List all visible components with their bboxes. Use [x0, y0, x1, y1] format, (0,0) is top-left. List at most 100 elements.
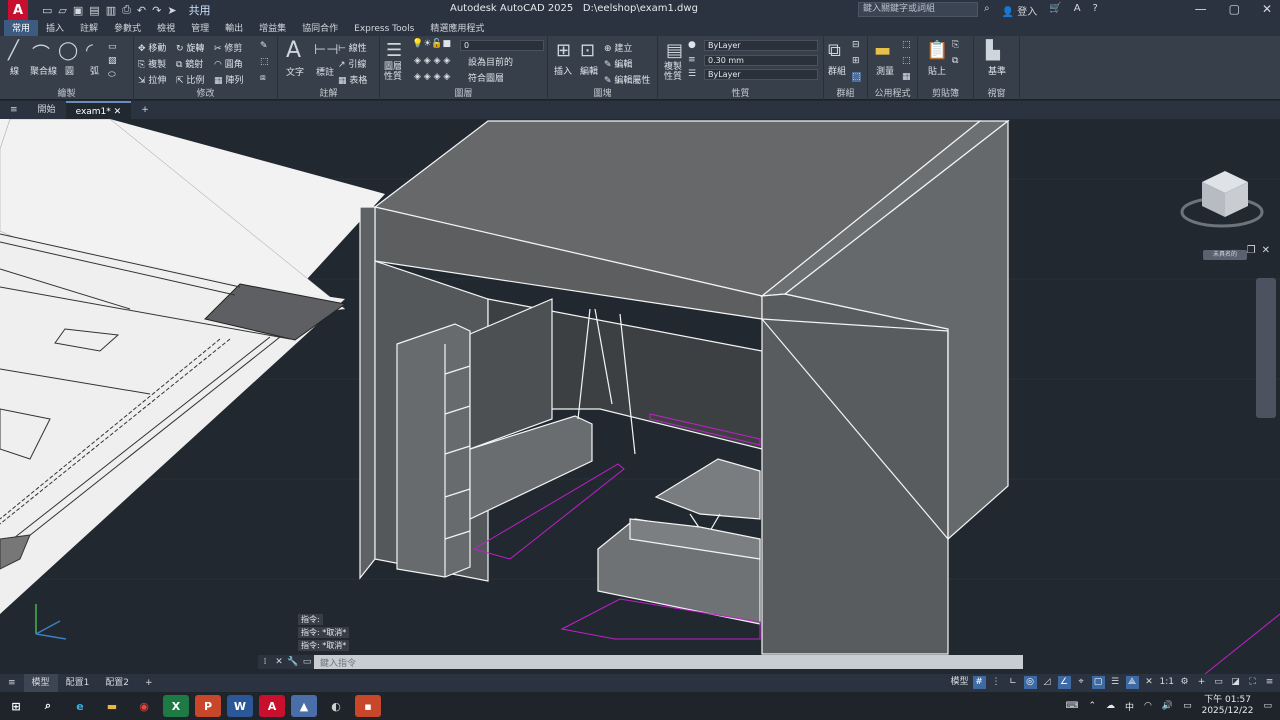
isolate-icon[interactable]: ◪	[1229, 676, 1242, 689]
layer-properties-button[interactable]: 圖層性質	[384, 62, 410, 82]
color-dropdown[interactable]: ByLayer	[704, 40, 818, 51]
search-input[interactable]: 鍵入關鍵字或詞組	[858, 2, 978, 17]
start-icon[interactable]: ⊞	[3, 695, 29, 717]
vp-restore-icon[interactable]: ❐	[1247, 245, 1256, 256]
auto-scale-icon[interactable]: ✕	[1143, 676, 1156, 689]
trim-button[interactable]: ✂ 修剪	[214, 41, 242, 54]
signin-button[interactable]: 👤 登入	[1002, 3, 1038, 18]
layer-dropdown[interactable]: 0	[460, 40, 544, 51]
ribbon-tab[interactable]: Express Tools	[346, 23, 422, 36]
view-panel-label[interactable]: 視窗	[974, 86, 1019, 99]
vp-close-icon[interactable]: ✕	[1262, 245, 1270, 256]
ribbon-tab[interactable]: 增益集	[251, 20, 294, 36]
units-icon[interactable]: ▭	[1212, 676, 1225, 689]
notification-icon[interactable]: ▭	[1263, 701, 1272, 711]
lineweight-dropdown[interactable]: 0.30 mm	[704, 55, 818, 66]
photos-icon[interactable]: ▲	[291, 695, 317, 717]
annotation-visibility-icon[interactable]: ⟁	[1125, 676, 1139, 689]
text-button[interactable]: 文字	[286, 65, 304, 78]
object-snap-tracking-icon[interactable]: ∠	[1057, 676, 1071, 689]
tray-expand-icon[interactable]: ⌃	[1088, 701, 1096, 711]
modify-panel-label[interactable]: 修改	[134, 86, 277, 99]
chrome-icon[interactable]: ◉	[131, 695, 157, 717]
mirror-button[interactable]: ⧉ 鏡射	[176, 57, 203, 70]
base-button[interactable]: 基準	[988, 64, 1006, 77]
web-icon[interactable]: ▥	[106, 4, 116, 17]
layer-tools-icons[interactable]: ◈ ◈ ◈ ◈	[414, 56, 450, 66]
open-icon[interactable]: ▱	[58, 4, 66, 17]
maximize-icon[interactable]: ▢	[1229, 2, 1240, 16]
ribbon-tab[interactable]: 參數式	[106, 20, 149, 36]
close-tab-icon[interactable]: ✕	[114, 107, 122, 117]
share-icon[interactable]: ➤	[167, 4, 176, 17]
redo-icon[interactable]: ↷	[152, 4, 161, 17]
battery-icon[interactable]: ▭	[1183, 701, 1192, 711]
edit-button[interactable]: ✎ 編輯	[604, 57, 632, 70]
rotate-button[interactable]: ↻ 旋轉	[176, 41, 204, 54]
word-icon[interactable]: W	[227, 695, 253, 717]
save-icon[interactable]: ▣	[73, 4, 83, 17]
ribbon-tab[interactable]: 常用	[4, 20, 39, 36]
new-tab-button[interactable]: +	[131, 101, 159, 119]
ribbon-tab[interactable]: 檢視	[149, 20, 183, 36]
grid-icon[interactable]: #	[972, 676, 986, 689]
layer-tools2-icons[interactable]: ◈ ◈ ◈ ◈	[414, 72, 450, 82]
insert-button[interactable]: 插入	[554, 64, 572, 77]
cmd-customize-icon[interactable]: 🔧	[286, 655, 300, 669]
model-space-label[interactable]: 模型	[951, 676, 969, 689]
lineweight-toggle-icon[interactable]: ☰	[1109, 676, 1122, 689]
leader-button[interactable]: ↗ 引線	[338, 57, 366, 70]
explode-icon[interactable]: ⬚	[260, 57, 269, 67]
block-edit-icon[interactable]: ⊡	[580, 40, 595, 61]
close-icon[interactable]: ✕	[1262, 2, 1272, 16]
offset-icon[interactable]: ⧈	[260, 73, 266, 83]
autodesk-app-icon[interactable]: A	[1074, 3, 1081, 18]
select-icon[interactable]: ⬚	[902, 40, 911, 50]
menu-icon[interactable]: ≡	[0, 101, 28, 119]
file-explorer-icon[interactable]: ▬	[99, 695, 125, 717]
workspace-gear-icon[interactable]: ⚙	[1178, 676, 1191, 689]
ortho-icon[interactable]: ∟	[1007, 676, 1020, 689]
customize-icon[interactable]: ≡	[1263, 676, 1276, 689]
groups-panel-label[interactable]: 群組	[824, 86, 867, 99]
paste-icon[interactable]: 📋	[926, 40, 948, 61]
linear-button[interactable]: ⊢ 線性	[338, 41, 367, 54]
print-icon[interactable]: ⎙	[122, 3, 131, 17]
line-icon[interactable]: ╱	[8, 40, 19, 61]
navigation-bar[interactable]	[1256, 278, 1276, 418]
undo-icon[interactable]: ↶	[137, 4, 146, 17]
ribbon-tab[interactable]: 輸出	[217, 20, 251, 36]
search-task-icon[interactable]: ⌕	[35, 695, 61, 717]
create-button[interactable]: ⊕ 建立	[604, 41, 632, 54]
annotation-panel-label[interactable]: 註解	[278, 86, 379, 99]
excel-icon[interactable]: X	[163, 695, 189, 717]
stretch-button[interactable]: ⇲ 拉伸	[138, 73, 166, 86]
annotation-scale[interactable]: 1:1	[1160, 676, 1174, 689]
block-panel-label[interactable]: 圖塊	[548, 86, 657, 99]
ribbon-tab[interactable]: 精選應用程式	[422, 20, 492, 36]
app-icon-10[interactable]: ◐	[323, 695, 349, 717]
text-icon[interactable]: A	[286, 38, 301, 63]
share-label[interactable]: 共用	[189, 2, 211, 18]
group-icon[interactable]: ⧉	[828, 40, 841, 61]
ribbon-tab[interactable]: 註解	[72, 20, 106, 36]
draw-panel-label[interactable]: 繪製	[0, 86, 133, 99]
minimize-icon[interactable]: —	[1195, 2, 1207, 16]
ribbon-tab[interactable]: 協同合作	[294, 20, 346, 36]
group-edit-icon[interactable]: ⊞	[852, 56, 860, 66]
floor-plan-sheet[interactable]	[0, 119, 385, 614]
edge-icon[interactable]: e	[67, 695, 93, 717]
cmd-recent-icon[interactable]: ▭	[300, 655, 314, 669]
new-icon[interactable]: ▭	[42, 4, 52, 17]
drawing-tab[interactable]: exam1* ✕	[65, 101, 132, 119]
clipboard-panel-label[interactable]: 剪貼簿	[918, 86, 973, 99]
polar-icon[interactable]: ◎	[1023, 676, 1037, 689]
saveas-icon[interactable]: ▤	[89, 4, 99, 17]
volume-icon[interactable]: 🔊	[1162, 701, 1173, 711]
fullscreen-icon[interactable]: ⛶	[1246, 676, 1259, 689]
isodraft-icon[interactable]: ◿	[1041, 676, 1054, 689]
scale-button[interactable]: ⇱ 比例	[176, 73, 204, 86]
copy-button[interactable]: ⎘ 複製	[138, 57, 166, 70]
room-3d-model[interactable]	[359, 119, 1010, 655]
start-tab[interactable]: 開始	[28, 101, 66, 119]
